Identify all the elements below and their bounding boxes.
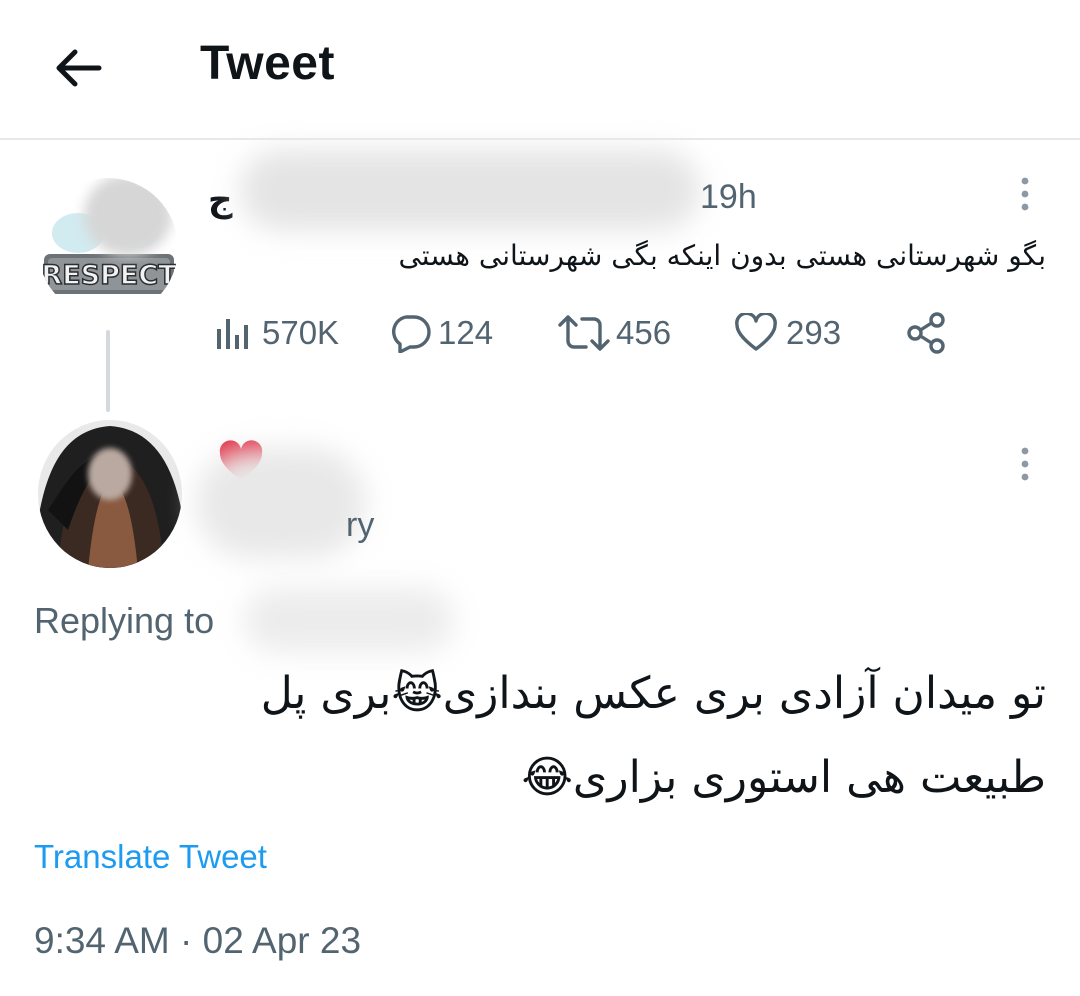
reply-text-line-1: تو میدان آزادی بری عکس بندازی😹بری پل xyxy=(260,668,1046,719)
more-vertical-icon xyxy=(1021,447,1029,481)
top-bar: Tweet xyxy=(0,0,1080,140)
tweet-time[interactable]: 19h xyxy=(700,178,757,217)
likes-count: 293 xyxy=(786,314,842,351)
translate-tweet-link[interactable]: Translate Tweet xyxy=(34,838,267,876)
tweet-text: بگو شهرستانی هستی بدون اینکه بگی شهرستان… xyxy=(398,239,1046,272)
reply-bubble-icon xyxy=(392,315,431,353)
author-name[interactable]: ج xyxy=(208,180,233,220)
views-count: 570K xyxy=(262,314,340,351)
more-vertical-icon xyxy=(1021,177,1029,211)
page-title: Tweet xyxy=(200,37,335,90)
back-button[interactable] xyxy=(48,38,108,98)
reply-button[interactable]: 124 xyxy=(388,308,493,358)
more-options-button[interactable] xyxy=(1008,172,1042,216)
retweets-count: 456 xyxy=(616,314,672,351)
share-button[interactable] xyxy=(904,308,948,358)
views-stat[interactable]: 570K xyxy=(214,308,339,358)
redacted-display-name xyxy=(196,448,366,558)
reply-text-line-2: طبیعت هی استوری بزاری😂 xyxy=(521,752,1046,803)
tweet-timestamp[interactable]: 9:34 AM · 02 Apr 23 xyxy=(34,920,361,962)
replies-count: 124 xyxy=(438,314,494,351)
more-options-button[interactable] xyxy=(1008,442,1042,486)
avatar[interactable]: RESPECT xyxy=(38,178,178,318)
respect-text: RESPECT xyxy=(41,260,177,291)
analytics-icon xyxy=(217,319,248,349)
like-button[interactable]: 293 xyxy=(734,308,841,358)
username-handle[interactable]: ry xyxy=(346,506,374,545)
retweet-button[interactable]: 456 xyxy=(556,308,671,358)
share-icon xyxy=(907,312,945,354)
blurred-face xyxy=(88,448,132,500)
reply-text: تو میدان آزادی بری عکس بندازی😹بری پل طبی… xyxy=(66,652,1046,820)
retweet-icon xyxy=(558,315,610,351)
redacted-username xyxy=(240,150,700,230)
thread-connector xyxy=(106,330,110,412)
avatar[interactable] xyxy=(38,420,182,568)
heart-icon xyxy=(735,313,777,351)
replying-to-label: Replying to xyxy=(34,600,215,641)
redacted-reply-handle[interactable] xyxy=(244,588,454,652)
arrow-left-icon xyxy=(56,49,102,87)
